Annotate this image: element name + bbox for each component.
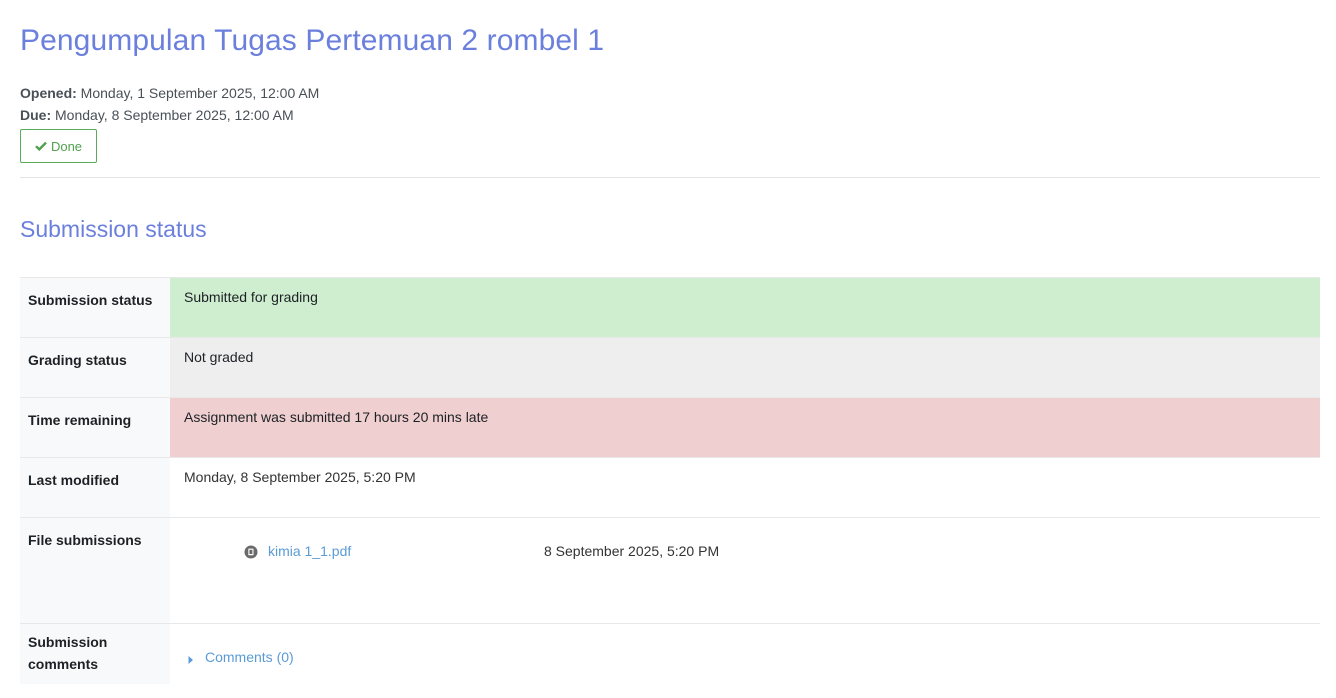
row-label-grading-status: Grading status xyxy=(20,337,170,398)
done-button[interactable]: Done xyxy=(20,129,97,163)
comments-link[interactable]: Comments (0) xyxy=(205,649,294,665)
file-date: 8 September 2025, 5:20 PM xyxy=(544,543,720,559)
opened-label: Opened: xyxy=(20,85,77,101)
submission-status-heading: Submission status xyxy=(20,216,207,242)
done-label: Done xyxy=(50,138,83,154)
table-row: Submission comments Comments (0) xyxy=(20,623,1320,684)
table-row: Time remaining Assignment was submitted … xyxy=(20,397,1320,458)
comments-toggle-wrap: Comments (0) xyxy=(170,624,1320,684)
caret-right-icon[interactable] xyxy=(188,652,194,668)
page-title: Pengumpulan Tugas Pertemuan 2 rombel 1 xyxy=(20,24,605,57)
row-label-submission-status: Submission status xyxy=(20,277,170,338)
due-label: Due: xyxy=(20,107,52,123)
due-value: Monday, 8 September 2025, 12:00 AM xyxy=(55,107,294,123)
grading-status-cell: Not graded xyxy=(170,337,1320,398)
file-submissions-cell: kimia 1_1.pdf 8 September 2025, 5:20 PM xyxy=(170,517,1320,624)
grading-status-value: Not graded xyxy=(184,349,254,365)
table-row: Submission status Submitted for grading xyxy=(20,277,1320,338)
row-label-last-modified: Last modified xyxy=(20,457,170,518)
last-modified-cell: Monday, 8 September 2025, 5:20 PM xyxy=(170,457,1320,518)
table-row: File submissions kimia 1_1.pdf 8 Septemb… xyxy=(20,517,1320,624)
submission-comments-cell: Comments (0) xyxy=(170,623,1320,684)
last-modified-value: Monday, 8 September 2025, 5:20 PM xyxy=(184,469,416,485)
submission-status-value: Submitted for grading xyxy=(184,289,318,305)
row-label-submission-comments: Submission comments xyxy=(20,623,170,684)
file-link[interactable]: kimia 1_1.pdf xyxy=(268,543,351,559)
submission-status-table: Submission status Submitted for grading … xyxy=(20,277,1320,684)
due-date: Due: Monday, 8 September 2025, 12:00 AM xyxy=(20,104,319,126)
submission-status-cell: Submitted for grading xyxy=(170,277,1320,338)
header-divider xyxy=(20,177,1320,178)
table-row: Grading status Not graded xyxy=(20,337,1320,398)
check-icon xyxy=(35,141,47,151)
time-remaining-cell: Assignment was submitted 17 hours 20 min… xyxy=(170,397,1320,458)
pdf-file-icon xyxy=(244,545,258,562)
time-remaining-value: Assignment was submitted 17 hours 20 min… xyxy=(184,409,489,425)
assignment-dates: Opened: Monday, 1 September 2025, 12:00 … xyxy=(20,82,319,126)
row-label-file-submissions: File submissions xyxy=(20,517,170,624)
opened-value: Monday, 1 September 2025, 12:00 AM xyxy=(80,85,320,101)
row-label-time-remaining: Time remaining xyxy=(20,397,170,458)
opened-date: Opened: Monday, 1 September 2025, 12:00 … xyxy=(20,82,319,104)
table-row: Last modified Monday, 8 September 2025, … xyxy=(20,457,1320,518)
file-list: kimia 1_1.pdf 8 September 2025, 5:20 PM xyxy=(170,518,1320,623)
